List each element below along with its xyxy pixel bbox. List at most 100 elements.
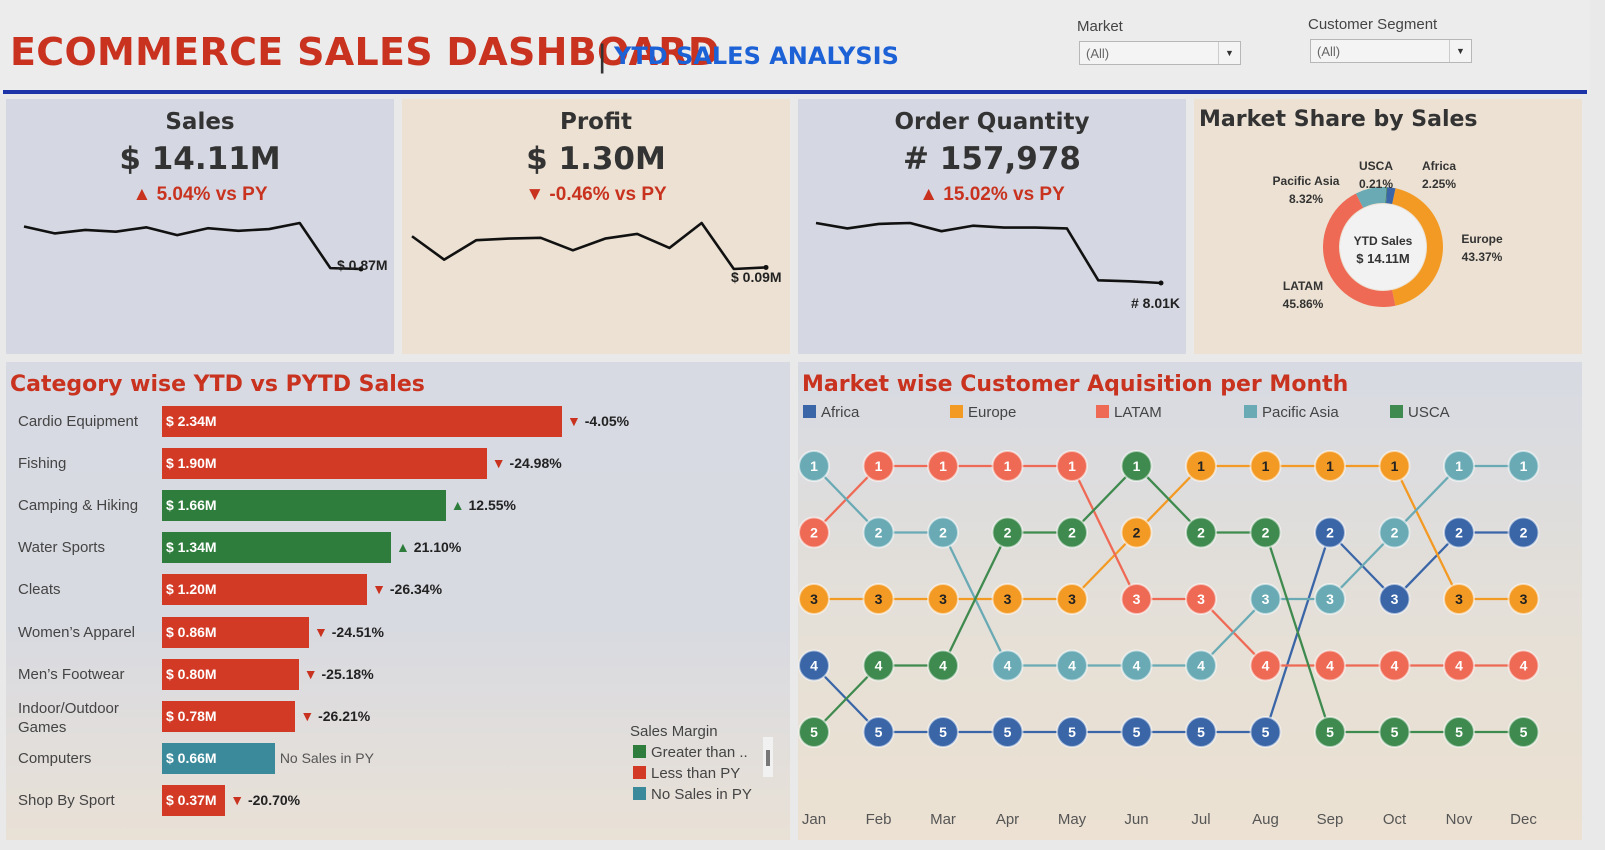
month-tick-label: Jan [801,811,827,828]
bar-value-label: $ 1.90M [166,455,217,472]
bar-delta-label: ▼ -26.34% [372,581,443,598]
label-africa: Africa 2.25% [1414,157,1464,193]
header-divider [3,90,1587,94]
category-label: Men’s Footwear [18,665,125,683]
kpi-orders-title: Order Quantity [894,109,1090,135]
bump-point-label: 1 [1520,458,1528,474]
month-tick-label: Feb [865,811,892,828]
bump-line-pacific-asia [813,464,1524,667]
bump-point-label: 1 [810,458,818,474]
orders-sparkline [815,221,1164,286]
bump-point-label: 5 [1326,724,1334,740]
bump-point-label: 5 [1520,724,1528,740]
label-latam: LATAM 45.86% [1273,277,1333,313]
profit-spark-end-label: $ 0.09M [731,269,782,285]
category-section-title: Category wise YTD vs PYTD Sales [10,372,425,397]
segment-filter-dropdown[interactable]: (All) ▼ [1310,39,1472,63]
page-subtitle: YTD SALES ANALYSIS [614,42,899,70]
bump-point-label: 5 [1197,724,1205,740]
kpi-orders-value: # 157,978 [903,141,1081,177]
bump-point-label: 1 [1133,458,1141,474]
bump-point-label: 5 [1455,724,1463,740]
sales-sparkline [23,221,364,272]
bump-point-label: 3 [1197,591,1205,607]
orders-spark-line [815,221,1162,285]
legend-scrollbar-thumb[interactable] [766,750,770,766]
month-tick-label: Jun [1124,811,1149,828]
label-europe-name: Europe [1461,232,1503,246]
bump-point-label: 2 [1326,525,1334,541]
arrow-up-icon: ▲ [396,539,414,556]
kpi-profit-delta-text: -0.46% vs PY [549,184,667,205]
market-filter-dropdown[interactable]: (All) ▼ [1079,41,1241,65]
kpi-sales-delta: ▲ 5.04% vs PY [6,184,394,206]
bar-delta-label: ▼ -4.05% [567,413,630,429]
label-africa-name: Africa [1421,159,1456,173]
bump-point-label: 3 [1004,591,1012,607]
bump-point-label: 5 [1262,724,1270,740]
orders-spark-end-point[interactable] [1158,280,1164,286]
kpi-orders-panel: Order Quantity # 157,978 ▲ 15.02% vs PY … [798,99,1186,354]
market-filter-value: (All) [1086,46,1110,61]
bar-delta-label: ▼ -20.70% [230,791,301,808]
category-label: Computers [18,749,92,767]
bump-point-label: 4 [1068,658,1076,674]
legend-swatch-teal [633,787,646,800]
kpi-sales-panel: Sales $ 14.11M ▲ 5.04% vs PY $ 0.87M [6,99,394,354]
bump-point-label: 4 [1262,658,1270,674]
kpi-sales-delta-text: 5.04% vs PY [156,184,268,205]
label-africa-pct: 2.25% [1421,177,1457,191]
bump-point-label: 5 [810,724,818,740]
legend-none[interactable]: No Sales in PY [633,786,752,803]
month-tick-label: Jul [1191,811,1211,828]
bump-point-label: 1 [939,458,947,474]
bump-point-label: 1 [875,458,883,474]
bump-point-label: 1 [1455,458,1463,474]
bump-point-label: 1 [1326,458,1334,474]
chevron-down-icon[interactable]: ▼ [1218,42,1240,64]
donut-center-label: YTD Sales [1353,234,1413,248]
market-share-panel: Market Share by Sales YTD Sales $ 14.11M… [1194,99,1582,354]
legend-greater[interactable]: Greater than .. [633,744,748,761]
bar-value-label: $ 0.66M [166,749,217,766]
category-label: Camping & Hiking [18,497,139,515]
month-tick-label: Apr [995,811,1020,828]
bar-delta-label: ▼ -24.51% [314,623,384,640]
label-usca-name: USCA [1358,159,1393,173]
bar-value-label: $ 0.37M [166,791,217,808]
bump-point-label: 2 [1068,525,1076,541]
category-label: Cardio Equipment [18,413,139,430]
bar-delta-label: ▲ 12.55% [450,497,516,514]
kpi-profit-delta: ▼ -0.46% vs PY [402,184,790,206]
sales-spark-line [23,221,362,271]
chevron-down-icon[interactable]: ▼ [1449,40,1471,62]
bump-point-label: 3 [1520,591,1528,607]
arrow-down-icon: ▼ [372,581,390,598]
bump-point-label: 2 [1520,525,1528,541]
orders-spark-end-label: # 8.01K [1131,295,1181,311]
arrow-down-icon: ▼ [314,623,332,640]
bump-point-label: 5 [1391,724,1399,740]
kpi-sales-title: Sales [165,109,235,135]
bar-delta-label: ▲ 21.10% [396,539,462,556]
month-tick-label: Mar [930,811,956,828]
bump-line-latam [813,464,1524,667]
bump-point-label: 2 [1455,525,1463,541]
market-filter-label: Market [1077,18,1123,35]
kpi-profit-panel: Profit $ 1.30M ▼ -0.46% vs PY $ 0.09M [402,99,790,354]
bump-point-label: 4 [1326,658,1334,674]
bump-point-label: 5 [875,724,883,740]
bump-point-label: 2 [1391,525,1399,541]
category-label: Shop By Sport [18,791,115,809]
month-tick-label: Nov [1445,811,1473,828]
legend-less[interactable]: Less than PY [633,765,740,782]
legend-greater-label: Greater than .. [651,744,748,761]
bump-point-label: 3 [875,591,883,607]
kpi-sales-value: $ 14.11M [119,141,281,177]
bump-point-label: 4 [1197,658,1205,674]
legend-scrollbar[interactable] [763,737,773,777]
bump-point-label: 3 [939,591,947,607]
category-bar[interactable] [162,406,562,437]
arrow-up-icon: ▲ [919,184,939,205]
month-tick-label: Aug [1252,811,1279,828]
